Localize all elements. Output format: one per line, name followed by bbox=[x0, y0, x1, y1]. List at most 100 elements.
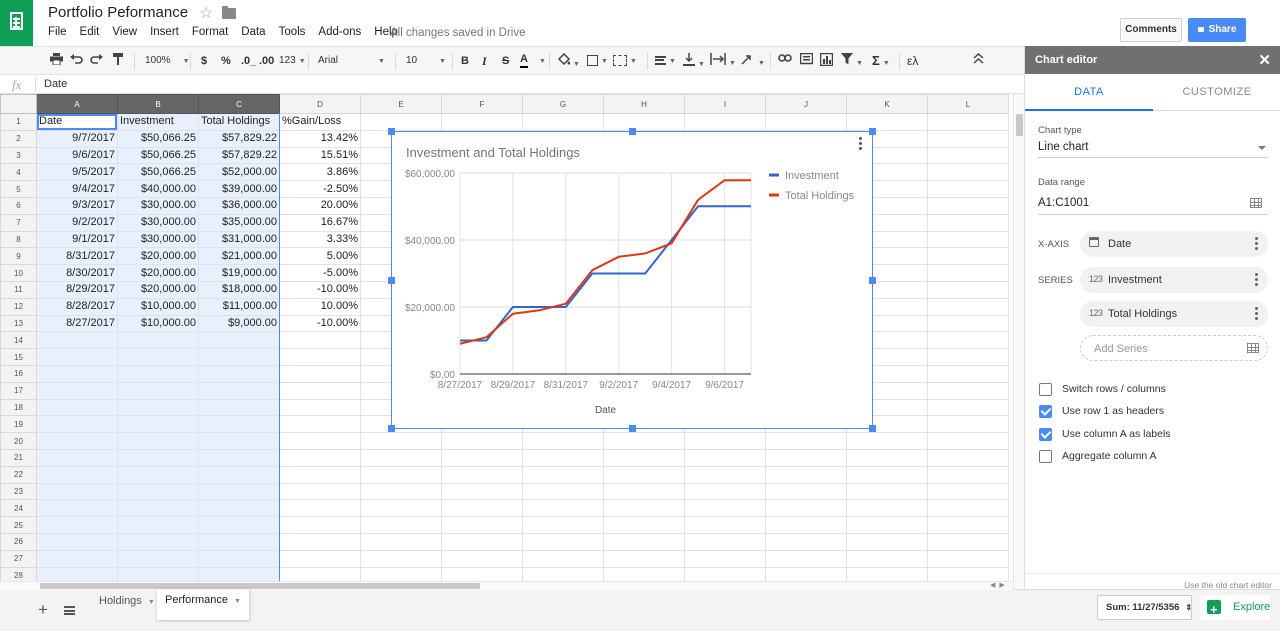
cell[interactable] bbox=[927, 247, 1009, 266]
cell[interactable]: -10.00% bbox=[279, 280, 361, 299]
menu-addons[interactable]: Add-ons bbox=[318, 26, 361, 42]
cell[interactable] bbox=[117, 516, 199, 534]
cell[interactable]: $10,000.00 bbox=[117, 314, 199, 333]
cell[interactable] bbox=[279, 348, 361, 366]
cell[interactable] bbox=[927, 331, 1009, 350]
tab-customize[interactable]: CUSTOMIZE bbox=[1153, 74, 1280, 111]
cell[interactable] bbox=[927, 482, 1009, 501]
row-header[interactable]: 18 bbox=[0, 398, 37, 417]
cell[interactable] bbox=[36, 532, 118, 551]
more-vert-icon[interactable] bbox=[1255, 307, 1258, 322]
cell[interactable] bbox=[927, 280, 1009, 299]
cell[interactable]: 13.42% bbox=[279, 129, 361, 148]
cell[interactable] bbox=[765, 499, 847, 518]
column-header-i[interactable]: I bbox=[684, 94, 766, 114]
cell[interactable]: 10.00% bbox=[279, 297, 361, 316]
cell[interactable]: 8/29/2017 bbox=[36, 280, 118, 299]
cell[interactable] bbox=[765, 532, 847, 551]
column-header-d[interactable]: D bbox=[279, 94, 361, 114]
cell[interactable]: $40,000.00 bbox=[117, 180, 199, 198]
cell[interactable]: $50,066.25 bbox=[117, 163, 199, 182]
input-tools-button[interactable]: ελ bbox=[907, 53, 918, 69]
cell[interactable] bbox=[198, 516, 280, 534]
cell[interactable] bbox=[198, 364, 280, 383]
cell[interactable] bbox=[765, 465, 847, 484]
cell[interactable] bbox=[441, 465, 523, 484]
row-header[interactable]: 20 bbox=[0, 432, 37, 450]
cell[interactable] bbox=[927, 314, 1009, 333]
cell[interactable] bbox=[36, 348, 118, 366]
cell[interactable]: 9/3/2017 bbox=[36, 196, 118, 215]
chart-more-menu-icon[interactable] bbox=[859, 137, 863, 151]
insert-link-icon[interactable] bbox=[778, 53, 792, 69]
cell[interactable]: $50,066.25 bbox=[117, 146, 199, 165]
sheets-logo-icon[interactable] bbox=[0, 0, 33, 46]
cell[interactable] bbox=[279, 415, 361, 434]
cell[interactable] bbox=[765, 482, 847, 501]
horizontal-align-icon[interactable]: ▼ bbox=[655, 53, 676, 69]
cell[interactable] bbox=[36, 432, 118, 450]
text-rotation-icon[interactable]: ▼ bbox=[741, 53, 765, 69]
cell[interactable]: -5.00% bbox=[279, 264, 361, 282]
cell[interactable] bbox=[198, 499, 280, 518]
cell[interactable] bbox=[522, 549, 604, 568]
row-header[interactable]: 16 bbox=[0, 364, 37, 383]
cell[interactable] bbox=[927, 549, 1009, 568]
cell[interactable] bbox=[684, 448, 766, 467]
cell[interactable] bbox=[198, 398, 280, 417]
cell[interactable]: $50,066.25 bbox=[117, 129, 199, 148]
cell[interactable] bbox=[684, 532, 766, 551]
cell[interactable]: Date bbox=[36, 113, 118, 131]
add-sheet-button[interactable]: + bbox=[38, 601, 48, 618]
row-header[interactable]: 10 bbox=[0, 264, 37, 282]
cell[interactable]: $31,000.00 bbox=[198, 230, 280, 249]
cell[interactable] bbox=[684, 516, 766, 534]
filter-icon[interactable]: ▼ bbox=[841, 53, 863, 69]
cell[interactable] bbox=[765, 516, 847, 534]
cell[interactable] bbox=[927, 146, 1009, 165]
cell[interactable]: $35,000.00 bbox=[198, 213, 280, 232]
cell[interactable] bbox=[846, 113, 928, 131]
cell[interactable]: 5.00% bbox=[279, 247, 361, 266]
cell[interactable]: 9/2/2017 bbox=[36, 213, 118, 232]
cell[interactable] bbox=[441, 499, 523, 518]
cell[interactable] bbox=[117, 364, 199, 383]
cell[interactable]: $9,000.00 bbox=[198, 314, 280, 333]
cell[interactable]: $36,000.00 bbox=[198, 196, 280, 215]
column-header-l[interactable]: L bbox=[927, 94, 1009, 114]
cell[interactable] bbox=[846, 432, 928, 450]
cell[interactable] bbox=[927, 230, 1009, 249]
horizontal-scrollbar-thumb[interactable] bbox=[40, 583, 480, 589]
select-range-icon[interactable] bbox=[1247, 343, 1259, 353]
bold-button[interactable]: B bbox=[461, 53, 469, 69]
cell[interactable] bbox=[927, 381, 1009, 400]
merge-cells-icon[interactable]: ▼ bbox=[613, 53, 637, 69]
star-icon[interactable]: ☆ bbox=[199, 3, 213, 23]
cell[interactable] bbox=[522, 516, 604, 534]
row-header[interactable]: 11 bbox=[0, 280, 37, 299]
cell[interactable] bbox=[522, 499, 604, 518]
cell[interactable] bbox=[360, 499, 442, 518]
redo-icon[interactable] bbox=[90, 53, 103, 69]
insert-chart-icon[interactable] bbox=[819, 52, 834, 69]
column-header-c[interactable]: C bbox=[198, 94, 280, 114]
series-chip-investment[interactable]: 123 Investment bbox=[1080, 267, 1268, 293]
cell[interactable]: Investment bbox=[117, 113, 199, 131]
cell[interactable]: 9/1/2017 bbox=[36, 230, 118, 249]
cell[interactable] bbox=[927, 129, 1009, 148]
insert-comment-icon[interactable] bbox=[799, 52, 814, 69]
cell[interactable]: 3.86% bbox=[279, 163, 361, 182]
resize-handle[interactable] bbox=[388, 425, 395, 432]
chart-type-select[interactable]: Line chart bbox=[1038, 141, 1089, 153]
row-header[interactable]: 14 bbox=[0, 331, 37, 350]
cell[interactable] bbox=[117, 398, 199, 417]
cell[interactable] bbox=[684, 482, 766, 501]
row-header[interactable]: 6 bbox=[0, 196, 37, 215]
vertical-scrollbar[interactable] bbox=[1013, 94, 1024, 589]
all-sheets-menu-icon[interactable] bbox=[64, 606, 75, 615]
vertical-align-icon[interactable]: ▼ bbox=[683, 53, 705, 69]
cell[interactable] bbox=[198, 549, 280, 568]
horizontal-scrollbar[interactable]: ◀▶ bbox=[0, 581, 1013, 590]
row-header[interactable]: 4 bbox=[0, 163, 37, 182]
row-header[interactable]: 23 bbox=[0, 482, 37, 501]
